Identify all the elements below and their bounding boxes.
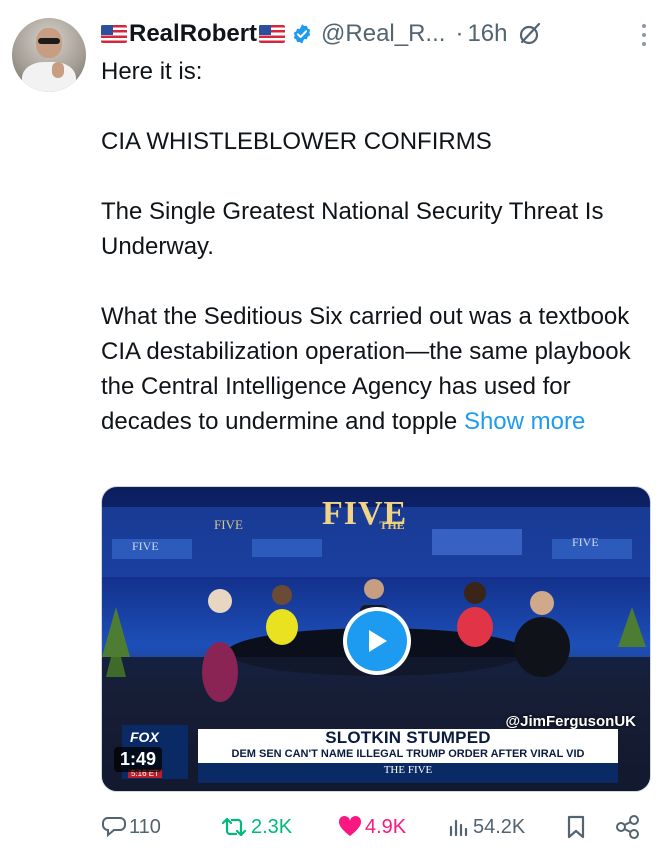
retweet-icon [221,817,247,837]
reply-icon [102,817,126,838]
news-chyron: SLOTKIN STUMPED DEM SEN CAN'T NAME ILLEG… [198,729,618,763]
like-button[interactable]: 4.9K [337,812,406,842]
network-label: FOX [130,729,159,745]
separator-dot: · [455,20,464,47]
reply-button[interactable]: 110 [101,812,161,842]
avatar-sunglasses [38,38,60,44]
reply-count: 110 [129,815,161,838]
tweet-action-bar: 110 2.3K 4.9K 54.2K [101,812,651,842]
display-name[interactable]: RealRobert [129,20,257,48]
tweet-text: Here it is: CIA WHISTLEBLOWER CONFIRMS T… [101,54,651,439]
share-icon [616,815,639,839]
timestamp[interactable]: 16h [467,20,507,48]
views-chart-icon [449,819,468,837]
avatar-shirt [22,62,76,92]
retweet-button[interactable]: 2.3K [219,812,292,842]
views-count: 54.2K [473,815,526,838]
bookmark-button[interactable] [565,812,589,842]
tweet-paragraph: What the Seditious Six carried out was a… [101,299,651,439]
video-duration: 1:49 [114,747,163,772]
video-thumbnail[interactable]: THE FIVE FIVE FIVE FIVE @JimFergusonUK F… [101,486,651,792]
tweet-paragraph: Here it is: [101,58,203,85]
video-watermark: @JimFergusonUK [505,713,636,730]
avatar[interactable] [12,18,86,92]
us-flag-icon [101,25,127,43]
set-logo-right: FIVE [572,535,599,549]
avatar-hand [52,62,64,78]
like-count: 4.9K [365,815,407,838]
retweet-count: 2.3K [251,815,293,838]
tweet-paragraph: CIA WHISTLEBLOWER CONFIRMS [101,128,492,155]
verified-badge-icon [293,24,311,44]
play-button[interactable] [343,607,411,675]
set-logo-far-left: FIVE [132,539,159,553]
us-flag-icon [259,25,286,43]
show-more-link[interactable]: Show more [464,408,585,435]
chyron-subheadline: DEM SEN CAN'T NAME ILLEGAL TRUMP ORDER A… [231,748,585,760]
grok-icon[interactable] [517,21,543,47]
heart-icon [338,815,362,836]
tweet-paragraph: The Single Greatest National Security Th… [101,198,604,260]
chyron-show-bar: THE FIVE [198,763,618,783]
chyron-headline: SLOTKIN STUMPED [325,728,491,747]
views-button[interactable]: 54.2K [447,812,525,842]
handle[interactable]: @Real_R... [321,20,445,48]
tweet-header: RealRobert @Real_R... · 16h [101,18,654,50]
more-options-icon[interactable] [642,24,648,46]
set-logo: FIVE [322,495,408,532]
play-button-inner [347,611,407,671]
share-button[interactable] [615,812,643,842]
play-icon [369,630,387,652]
bookmark-icon [567,815,585,839]
set-logo-left: FIVE [214,517,243,532]
